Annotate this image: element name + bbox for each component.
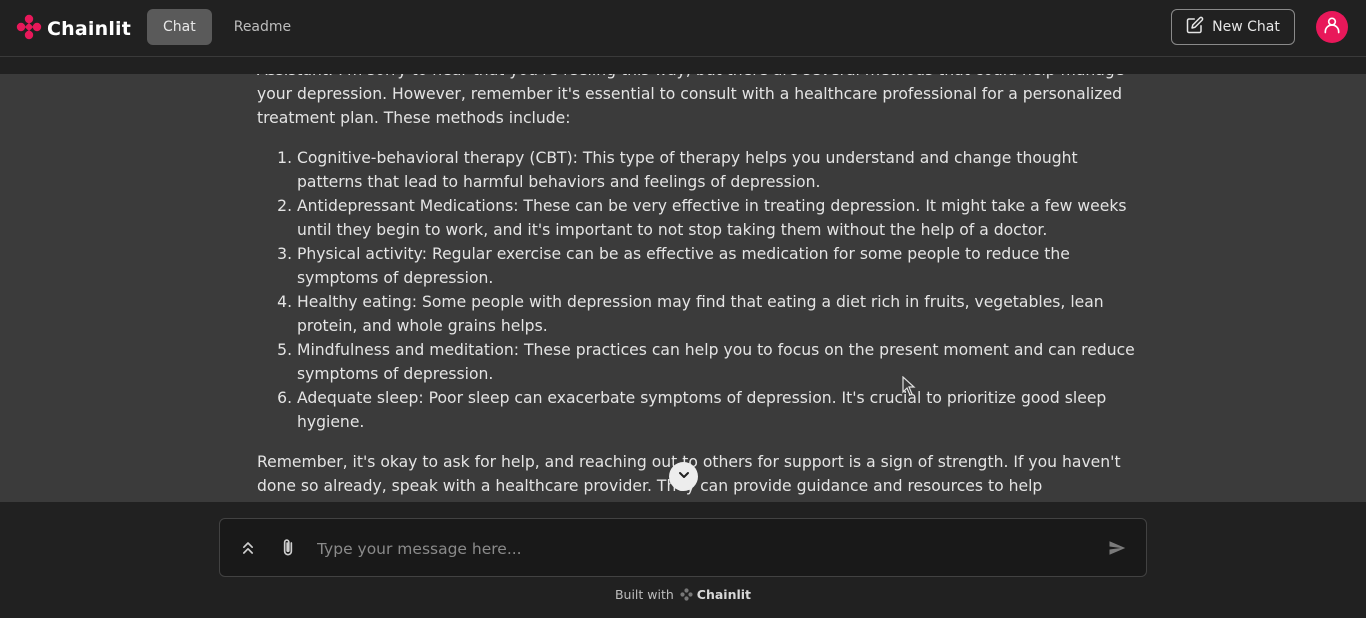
list-item: Cognitive-behavioral therapy (CBT): This… — [297, 146, 1137, 194]
chevron-down-icon — [676, 467, 692, 487]
message-intro: Assistant: I'm sorry to hear that you're… — [257, 74, 1124, 127]
chevrons-up-icon[interactable] — [237, 537, 259, 559]
assistant-message: Assistant: I'm sorry to hear that you're… — [257, 74, 1137, 498]
send-icon[interactable] — [1106, 537, 1128, 559]
paperclip-icon[interactable] — [277, 537, 299, 559]
header: Chainlit Chat Readme New Chat — [0, 0, 1366, 57]
new-chat-label: New Chat — [1212, 19, 1280, 35]
footer-brand-link[interactable]: Chainlit — [680, 587, 751, 602]
chainlit-logo-icon — [680, 587, 693, 601]
nav-tabs: Chat Readme — [147, 9, 307, 45]
chainlit-logo-icon — [16, 14, 42, 44]
avatar[interactable] — [1316, 11, 1348, 43]
footer-prefix: Built with — [614, 586, 674, 602]
footer-brand: Chainlit — [696, 586, 752, 602]
mouse-cursor-icon — [902, 376, 916, 396]
list-item: Adequate sleep: Poor sleep can exacerbat… — [297, 386, 1137, 434]
list-item: Healthy eating: Some people with depress… — [297, 290, 1137, 338]
footer: Built with Chainlit — [0, 585, 1366, 603]
new-chat-button[interactable]: New Chat — [1171, 9, 1295, 45]
scroll-to-bottom-button[interactable] — [669, 462, 698, 491]
logo[interactable]: Chainlit — [16, 14, 131, 44]
user-icon — [1322, 15, 1342, 39]
list-item: Physical activity: Regular exercise can … — [297, 242, 1137, 290]
logo-text: Chainlit — [47, 18, 132, 40]
message-input[interactable] — [315, 533, 1099, 565]
tab-readme[interactable]: Readme — [218, 9, 307, 45]
message-composer — [219, 518, 1147, 577]
method-list: Cognitive-behavioral therapy (CBT): This… — [257, 146, 1137, 434]
tab-chat[interactable]: Chat — [147, 9, 212, 45]
edit-icon — [1186, 16, 1204, 38]
list-item: Mindfulness and meditation: These practi… — [297, 338, 1137, 386]
list-item: Antidepressant Medications: These can be… — [297, 194, 1137, 242]
message-list[interactable]: Assistant: I'm sorry to hear that you're… — [0, 74, 1366, 502]
